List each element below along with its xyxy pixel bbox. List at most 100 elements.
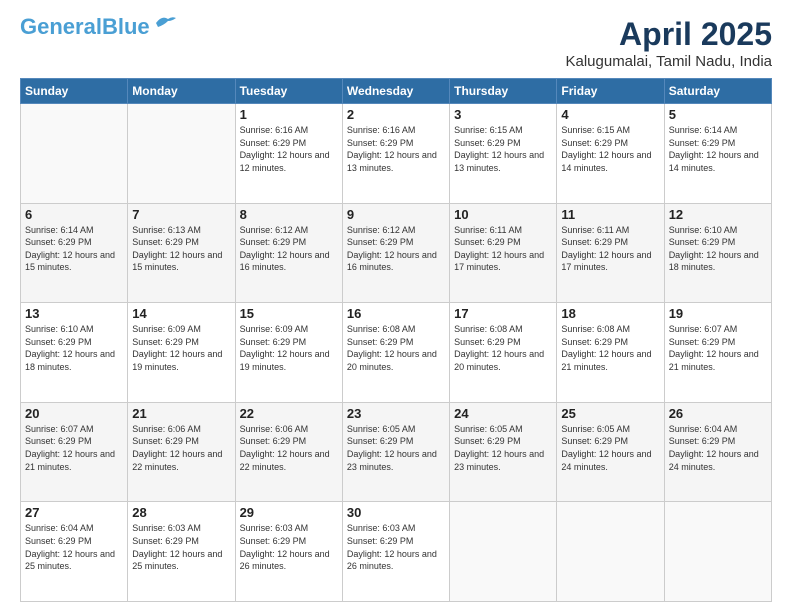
day-number: 25 xyxy=(561,406,659,421)
day-number: 30 xyxy=(347,505,445,520)
day-info: Sunrise: 6:06 AMSunset: 6:29 PMDaylight:… xyxy=(240,423,338,473)
day-info: Sunrise: 6:04 AMSunset: 6:29 PMDaylight:… xyxy=(25,522,123,572)
table-row: 29Sunrise: 6:03 AMSunset: 6:29 PMDayligh… xyxy=(235,502,342,602)
logo-bird-icon xyxy=(154,15,176,31)
table-row: 27 Sunrise: 6:04 AMSunset: 6:29 PMDayligh… xyxy=(21,502,128,602)
day-info: Sunrise: 6:03 AMSunset: 6:29 PMDaylight:… xyxy=(240,522,338,572)
header-wednesday: Wednesday xyxy=(342,79,449,104)
day-info: Sunrise: 6:05 AMSunset: 6:29 PMDaylight:… xyxy=(347,423,445,473)
table-row xyxy=(450,502,557,602)
day-info: Sunrise: 6:08 AMSunset: 6:29 PMDaylight:… xyxy=(561,323,659,373)
day-number: 19 xyxy=(669,306,767,321)
table-row: 18 Sunrise: 6:08 AMSunset: 6:29 PMDayligh… xyxy=(557,303,664,403)
calendar-week-row: 6 Sunrise: 6:14 AMSunset: 6:29 PMDaylight… xyxy=(21,203,772,303)
table-row: 7 Sunrise: 6:13 AMSunset: 6:29 PMDaylight… xyxy=(128,203,235,303)
day-info: Sunrise: 6:14 AMSunset: 6:29 PMDaylight:… xyxy=(25,224,123,274)
calendar-table: Sunday Monday Tuesday Wednesday Thursday… xyxy=(20,78,772,602)
logo: GeneralBlue xyxy=(20,16,176,38)
table-row: 5 Sunrise: 6:14 AMSunset: 6:29 PMDaylight… xyxy=(664,104,771,204)
month-title: April 2025 xyxy=(565,16,772,53)
day-info: Sunrise: 6:07 AMSunset: 6:29 PMDaylight:… xyxy=(25,423,123,473)
title-block: April 2025 Kalugumalai, Tamil Nadu, Indi… xyxy=(565,16,772,70)
table-row: 22 Sunrise: 6:06 AMSunset: 6:29 PMDayligh… xyxy=(235,402,342,502)
day-number: 4 xyxy=(561,107,659,122)
table-row: 21 Sunrise: 6:06 AMSunset: 6:29 PMDayligh… xyxy=(128,402,235,502)
day-number: 27 xyxy=(25,505,123,520)
table-row: 15Sunrise: 6:09 AMSunset: 6:29 PMDayligh… xyxy=(235,303,342,403)
header-friday: Friday xyxy=(557,79,664,104)
header: GeneralBlue April 2025 Kalugumalai, Tami… xyxy=(20,16,772,70)
day-number: 13 xyxy=(25,306,123,321)
day-number: 23 xyxy=(347,406,445,421)
day-number: 18 xyxy=(561,306,659,321)
table-row: 1 Sunrise: 6:16 AMSunset: 6:29 PMDaylight… xyxy=(235,104,342,204)
day-info: Sunrise: 6:11 AMSunset: 6:29 PMDaylight:… xyxy=(561,224,659,274)
day-number: 7 xyxy=(132,207,230,222)
page: GeneralBlue April 2025 Kalugumalai, Tami… xyxy=(0,0,792,612)
day-number: 11 xyxy=(561,207,659,222)
day-info: Sunrise: 6:11 AMSunset: 6:29 PMDaylight:… xyxy=(454,224,552,274)
table-row: 25 Sunrise: 6:05 AMSunset: 6:29 PMDayligh… xyxy=(557,402,664,502)
day-info: Sunrise: 6:10 AMSunset: 6:29 PMDaylight:… xyxy=(669,224,767,274)
table-row: 4 Sunrise: 6:15 AMSunset: 6:29 PMDaylight… xyxy=(557,104,664,204)
day-info: Sunrise: 6:05 AMSunset: 6:29 PMDaylight:… xyxy=(454,423,552,473)
day-number: 10 xyxy=(454,207,552,222)
day-info: Sunrise: 6:12 AMSunset: 6:29 PMDaylight:… xyxy=(347,224,445,274)
header-monday: Monday xyxy=(128,79,235,104)
header-sunday: Sunday xyxy=(21,79,128,104)
table-row: 24Sunrise: 6:05 AMSunset: 6:29 PMDayligh… xyxy=(450,402,557,502)
day-number: 1 xyxy=(240,107,338,122)
day-number: 5 xyxy=(669,107,767,122)
day-info: Sunrise: 6:16 AMSunset: 6:29 PMDaylight:… xyxy=(347,124,445,174)
day-number: 22 xyxy=(240,406,338,421)
table-row: 30 Sunrise: 6:03 AMSunset: 6:29 PMDayligh… xyxy=(342,502,449,602)
table-row: 13 Sunrise: 6:10 AMSunset: 6:29 PMDayligh… xyxy=(21,303,128,403)
table-row xyxy=(664,502,771,602)
day-info: Sunrise: 6:13 AMSunset: 6:29 PMDaylight:… xyxy=(132,224,230,274)
calendar-week-row: 1 Sunrise: 6:16 AMSunset: 6:29 PMDaylight… xyxy=(21,104,772,204)
day-number: 14 xyxy=(132,306,230,321)
table-row: 28 Sunrise: 6:03 AMSunset: 6:29 PMDayligh… xyxy=(128,502,235,602)
day-number: 28 xyxy=(132,505,230,520)
day-info: Sunrise: 6:03 AMSunset: 6:29 PMDaylight:… xyxy=(132,522,230,572)
day-info: Sunrise: 6:07 AMSunset: 6:29 PMDaylight:… xyxy=(669,323,767,373)
table-row: 20Sunrise: 6:07 AMSunset: 6:29 PMDayligh… xyxy=(21,402,128,502)
weekday-header-row: Sunday Monday Tuesday Wednesday Thursday… xyxy=(21,79,772,104)
day-info: Sunrise: 6:14 AMSunset: 6:29 PMDaylight:… xyxy=(669,124,767,174)
day-info: Sunrise: 6:04 AMSunset: 6:29 PMDaylight:… xyxy=(669,423,767,473)
location-title: Kalugumalai, Tamil Nadu, India xyxy=(565,53,772,70)
table-row: 3 Sunrise: 6:15 AMSunset: 6:29 PMDaylight… xyxy=(450,104,557,204)
table-row: 16 Sunrise: 6:08 AMSunset: 6:29 PMDayligh… xyxy=(342,303,449,403)
day-number: 3 xyxy=(454,107,552,122)
day-info: Sunrise: 6:15 AMSunset: 6:29 PMDaylight:… xyxy=(454,124,552,174)
day-number: 8 xyxy=(240,207,338,222)
table-row xyxy=(21,104,128,204)
day-info: Sunrise: 6:08 AMSunset: 6:29 PMDaylight:… xyxy=(347,323,445,373)
header-thursday: Thursday xyxy=(450,79,557,104)
day-info: Sunrise: 6:05 AMSunset: 6:29 PMDaylight:… xyxy=(561,423,659,473)
day-number: 17 xyxy=(454,306,552,321)
calendar-week-row: 13 Sunrise: 6:10 AMSunset: 6:29 PMDayligh… xyxy=(21,303,772,403)
table-row: 11 Sunrise: 6:11 AMSunset: 6:29 PMDayligh… xyxy=(557,203,664,303)
header-tuesday: Tuesday xyxy=(235,79,342,104)
table-row xyxy=(557,502,664,602)
day-info: Sunrise: 6:06 AMSunset: 6:29 PMDaylight:… xyxy=(132,423,230,473)
day-number: 16 xyxy=(347,306,445,321)
day-number: 6 xyxy=(25,207,123,222)
table-row: 2Sunrise: 6:16 AMSunset: 6:29 PMDaylight… xyxy=(342,104,449,204)
day-info: Sunrise: 6:10 AMSunset: 6:29 PMDaylight:… xyxy=(25,323,123,373)
day-info: Sunrise: 6:09 AMSunset: 6:29 PMDaylight:… xyxy=(132,323,230,373)
table-row: 6 Sunrise: 6:14 AMSunset: 6:29 PMDaylight… xyxy=(21,203,128,303)
day-info: Sunrise: 6:16 AMSunset: 6:29 PMDaylight:… xyxy=(240,124,338,174)
day-number: 21 xyxy=(132,406,230,421)
day-info: Sunrise: 6:09 AMSunset: 6:29 PMDaylight:… xyxy=(240,323,338,373)
table-row: 12 Sunrise: 6:10 AMSunset: 6:29 PMDayligh… xyxy=(664,203,771,303)
day-number: 26 xyxy=(669,406,767,421)
day-number: 12 xyxy=(669,207,767,222)
day-info: Sunrise: 6:03 AMSunset: 6:29 PMDaylight:… xyxy=(347,522,445,572)
logo-text: GeneralBlue xyxy=(20,16,150,38)
table-row: 10 Sunrise: 6:11 AMSunset: 6:29 PMDayligh… xyxy=(450,203,557,303)
day-info: Sunrise: 6:15 AMSunset: 6:29 PMDaylight:… xyxy=(561,124,659,174)
table-row: 8Sunrise: 6:12 AMSunset: 6:29 PMDaylight… xyxy=(235,203,342,303)
header-saturday: Saturday xyxy=(664,79,771,104)
